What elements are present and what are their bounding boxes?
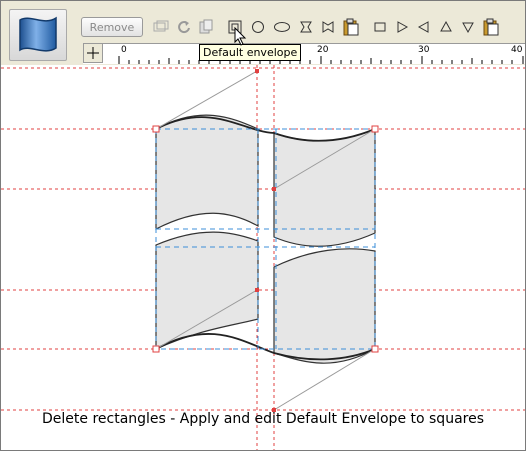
copy-envelope-icon[interactable] [151, 15, 171, 39]
horizontal-ruler[interactable]: 0 10 20 30 40 [83, 43, 525, 64]
ruler-label: 30 [418, 45, 430, 55]
crosshair-icon [87, 47, 99, 59]
control-handle [255, 288, 259, 292]
drawing-canvas[interactable] [1, 65, 525, 450]
mouse-pointer-icon [234, 27, 247, 46]
envelope-toolbar: Remove [79, 15, 519, 41]
corner-handle [152, 345, 160, 353]
shape-top-left [155, 114, 259, 230]
ruler-label: 0 [121, 45, 127, 55]
hourglass-envelope-icon[interactable] [297, 15, 315, 39]
app-window: Remove 0 20 30 40 Default envelope Delet… [0, 0, 526, 451]
ellipse-envelope-icon[interactable] [271, 15, 293, 39]
envelope-tool-button[interactable] [9, 9, 67, 61]
corner-handle [152, 125, 160, 133]
control-handle [255, 69, 259, 73]
ruler-origin-button[interactable] [83, 43, 103, 63]
triangle-up-icon[interactable] [437, 15, 455, 39]
paste-icon[interactable] [197, 15, 215, 39]
envelope-tool-icon [19, 16, 57, 52]
clipboard-icon[interactable] [341, 15, 361, 39]
play-icon[interactable] [393, 15, 411, 39]
ruler-label: 40 [511, 45, 523, 55]
envelope-shapes[interactable] [155, 114, 376, 364]
shape-bottom-right [273, 248, 376, 364]
triangle-left-icon[interactable] [415, 15, 433, 39]
bowtie-envelope-icon[interactable] [319, 15, 337, 39]
triangle-down-icon[interactable] [459, 15, 477, 39]
square-icon[interactable] [371, 15, 389, 39]
ruler-label: 20 [317, 45, 329, 55]
shape-top-right [273, 128, 376, 247]
clipboard-paste-icon[interactable] [481, 15, 501, 39]
remove-button[interactable]: Remove [81, 17, 143, 37]
circle-envelope-icon[interactable] [249, 15, 267, 39]
tooltip: Default envelope [199, 44, 302, 61]
rotate-icon[interactable] [175, 15, 193, 39]
caption-text: Delete rectangles - Apply and edit Defau… [42, 411, 484, 427]
shape-bottom-left [155, 231, 259, 350]
corner-handle [371, 125, 379, 133]
corner-handle [371, 345, 379, 353]
control-handle [272, 187, 276, 191]
guidelines [1, 65, 525, 450]
